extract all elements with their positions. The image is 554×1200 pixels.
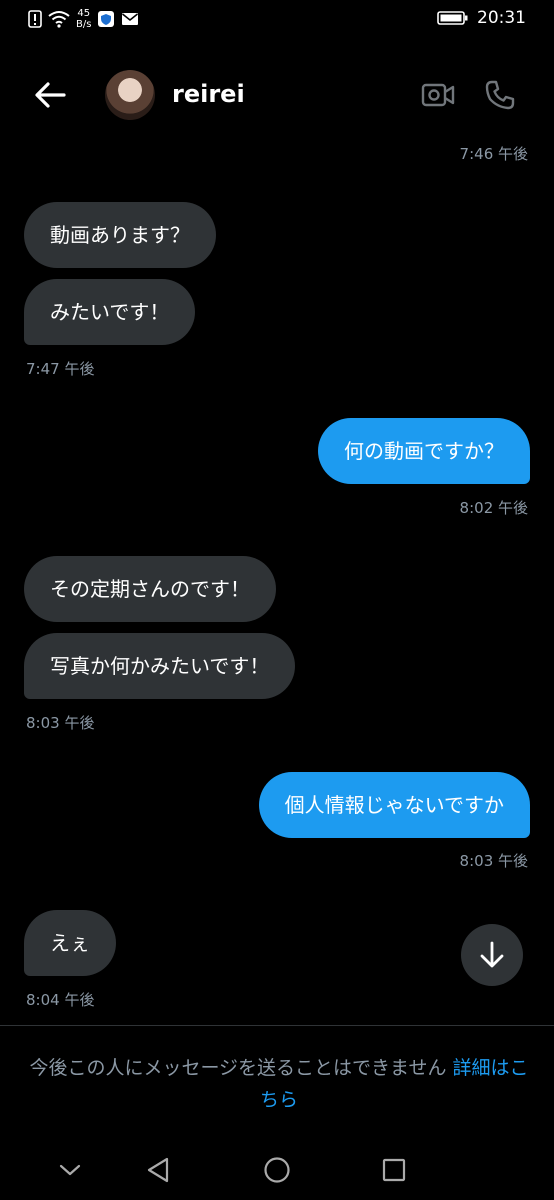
mail-icon <box>121 12 139 26</box>
alert-icon <box>28 10 42 28</box>
incoming-message[interactable]: えぇ <box>24 910 116 976</box>
wifi-icon <box>48 10 70 28</box>
status-bar-left: 45 B/s <box>28 8 139 30</box>
clock: 20:31 <box>477 8 526 28</box>
network-speed-value: 45 <box>77 8 91 19</box>
timestamp: 8:04 午後 <box>26 991 95 1009</box>
conversation-header: reirei <box>0 60 554 130</box>
notice-text: 今後この人にメッセージを送ることはできません <box>29 1057 447 1079</box>
recents-square-icon <box>382 1158 406 1182</box>
nav-recents-button[interactable] <box>374 1152 414 1188</box>
nav-back-button[interactable] <box>138 1152 178 1188</box>
timestamp: 8:03 午後 <box>26 714 95 732</box>
back-button[interactable] <box>30 77 70 113</box>
timestamp: 8:02 午後 <box>459 499 528 517</box>
system-nav-bar <box>0 1140 554 1200</box>
incoming-message[interactable]: みたいです！ <box>24 279 196 345</box>
phone-call-button[interactable] <box>482 77 518 113</box>
video-call-icon <box>421 83 455 107</box>
phone-icon <box>485 80 515 110</box>
nav-hide-button[interactable] <box>50 1152 90 1188</box>
outgoing-message[interactable]: 個人情報じゃないですか <box>258 772 530 838</box>
nav-home-button[interactable] <box>257 1152 297 1188</box>
incoming-message[interactable]: 動画あります？ <box>24 202 216 268</box>
scroll-to-bottom-button[interactable] <box>461 924 523 986</box>
chevron-down-icon <box>59 1164 81 1176</box>
back-arrow-icon <box>35 82 66 108</box>
cannot-message-notice: 今後この人にメッセージを送ることはできません 詳細はこちら <box>24 1052 534 1116</box>
arrow-down-icon <box>480 941 504 968</box>
timestamp: 7:47 午後 <box>26 360 95 378</box>
video-call-button[interactable] <box>420 78 456 112</box>
battery-icon <box>437 10 469 26</box>
outgoing-message[interactable]: 何の動画ですか？ <box>318 418 530 484</box>
timestamp: 7:46 午後 <box>459 145 528 163</box>
network-speed: 45 B/s <box>76 8 91 30</box>
incoming-message[interactable]: その定期さんのです！ <box>24 556 276 622</box>
avatar[interactable] <box>105 70 155 120</box>
contact-name[interactable]: reirei <box>172 80 245 108</box>
divider <box>0 1025 554 1026</box>
network-speed-unit: B/s <box>76 19 92 30</box>
incoming-message[interactable]: 写真か何かみたいです！ <box>24 633 296 699</box>
status-bar-right: 20:31 <box>437 8 526 28</box>
home-circle-icon <box>264 1157 290 1183</box>
status-bar: 45 B/s 20:31 <box>0 0 554 40</box>
timestamp: 8:03 午後 <box>459 852 528 870</box>
shield-app-icon <box>97 10 115 28</box>
back-triangle-icon <box>147 1157 169 1183</box>
